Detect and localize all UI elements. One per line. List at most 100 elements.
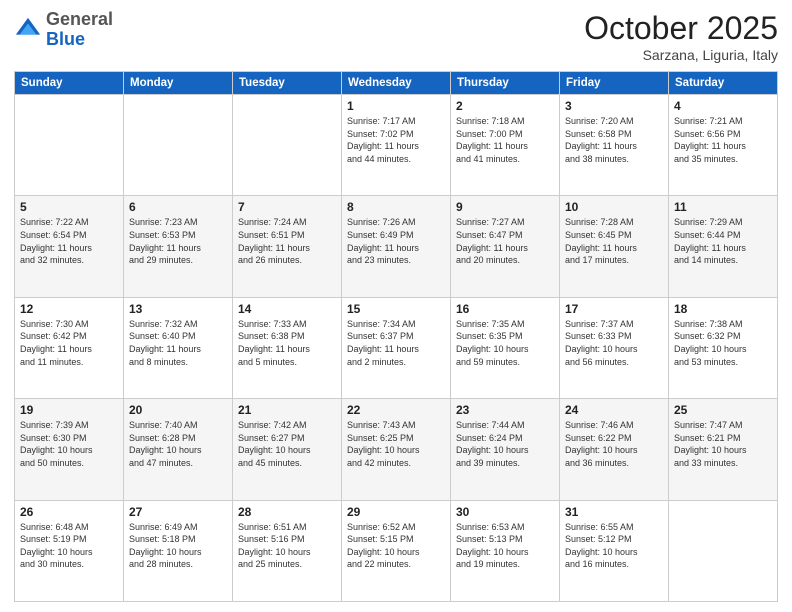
day-number: 13	[129, 302, 227, 316]
day-info: Sunrise: 7:47 AM Sunset: 6:21 PM Dayligh…	[674, 419, 772, 469]
calendar-cell: 20 Sunrise: 7:40 AM Sunset: 6:28 PM Dayli…	[124, 399, 233, 500]
logo-blue-text: Blue	[46, 29, 85, 49]
day-number: 8	[347, 200, 445, 214]
calendar-cell	[15, 95, 124, 196]
calendar-cell: 16 Sunrise: 7:35 AM Sunset: 6:35 PM Dayli…	[451, 297, 560, 398]
day-number: 18	[674, 302, 772, 316]
day-info: Sunrise: 6:53 AM Sunset: 5:13 PM Dayligh…	[456, 521, 554, 571]
calendar-cell: 4 Sunrise: 7:21 AM Sunset: 6:56 PM Daylig…	[669, 95, 778, 196]
day-number: 3	[565, 99, 663, 113]
calendar-cell: 13 Sunrise: 7:32 AM Sunset: 6:40 PM Dayli…	[124, 297, 233, 398]
day-number: 19	[20, 403, 118, 417]
calendar-cell: 6 Sunrise: 7:23 AM Sunset: 6:53 PM Daylig…	[124, 196, 233, 297]
day-info: Sunrise: 7:28 AM Sunset: 6:45 PM Dayligh…	[565, 216, 663, 266]
calendar: SundayMondayTuesdayWednesdayThursdayFrid…	[14, 71, 778, 602]
day-info: Sunrise: 7:35 AM Sunset: 6:35 PM Dayligh…	[456, 318, 554, 368]
calendar-cell: 2Sunrise: 7:18 AM Sunset: 7:00 PM Daylig…	[451, 95, 560, 196]
calendar-header-friday: Friday	[560, 72, 669, 95]
page: General Blue October 2025 Sarzana, Ligur…	[0, 0, 792, 612]
day-info: Sunrise: 7:23 AM Sunset: 6:53 PM Dayligh…	[129, 216, 227, 266]
calendar-week-row: 19Sunrise: 7:39 AM Sunset: 6:30 PM Dayli…	[15, 399, 778, 500]
calendar-cell: 7Sunrise: 7:24 AM Sunset: 6:51 PM Daylig…	[233, 196, 342, 297]
calendar-cell: 11Sunrise: 7:29 AM Sunset: 6:44 PM Dayli…	[669, 196, 778, 297]
day-info: Sunrise: 7:42 AM Sunset: 6:27 PM Dayligh…	[238, 419, 336, 469]
calendar-cell: 18 Sunrise: 7:38 AM Sunset: 6:32 PM Dayli…	[669, 297, 778, 398]
day-number: 31	[565, 505, 663, 519]
calendar-cell: 23Sunrise: 7:44 AM Sunset: 6:24 PM Dayli…	[451, 399, 560, 500]
calendar-cell: 8 Sunrise: 7:26 AM Sunset: 6:49 PM Daylig…	[342, 196, 451, 297]
day-info: Sunrise: 6:55 AM Sunset: 5:12 PM Dayligh…	[565, 521, 663, 571]
day-number: 20	[129, 403, 227, 417]
location-title: Sarzana, Liguria, Italy	[584, 47, 778, 63]
calendar-cell: 31 Sunrise: 6:55 AM Sunset: 5:12 PM Dayli…	[560, 500, 669, 601]
calendar-week-row: 12Sunrise: 7:30 AM Sunset: 6:42 PM Dayli…	[15, 297, 778, 398]
day-number: 21	[238, 403, 336, 417]
day-info: Sunrise: 7:33 AM Sunset: 6:38 PM Dayligh…	[238, 318, 336, 368]
calendar-cell: 10Sunrise: 7:28 AM Sunset: 6:45 PM Dayli…	[560, 196, 669, 297]
calendar-week-row: 5 Sunrise: 7:22 AM Sunset: 6:54 PM Daylig…	[15, 196, 778, 297]
calendar-week-row: 1 Sunrise: 7:17 AM Sunset: 7:02 PM Daylig…	[15, 95, 778, 196]
day-info: Sunrise: 7:38 AM Sunset: 6:32 PM Dayligh…	[674, 318, 772, 368]
day-info: Sunrise: 6:48 AM Sunset: 5:19 PM Dayligh…	[20, 521, 118, 571]
calendar-cell: 22 Sunrise: 7:43 AM Sunset: 6:25 PM Dayli…	[342, 399, 451, 500]
calendar-cell: 14Sunrise: 7:33 AM Sunset: 6:38 PM Dayli…	[233, 297, 342, 398]
day-info: Sunrise: 7:26 AM Sunset: 6:49 PM Dayligh…	[347, 216, 445, 266]
calendar-cell	[124, 95, 233, 196]
calendar-header-tuesday: Tuesday	[233, 72, 342, 95]
calendar-header-thursday: Thursday	[451, 72, 560, 95]
day-info: Sunrise: 6:52 AM Sunset: 5:15 PM Dayligh…	[347, 521, 445, 571]
calendar-cell: 5 Sunrise: 7:22 AM Sunset: 6:54 PM Daylig…	[15, 196, 124, 297]
day-info: Sunrise: 7:40 AM Sunset: 6:28 PM Dayligh…	[129, 419, 227, 469]
calendar-week-row: 26Sunrise: 6:48 AM Sunset: 5:19 PM Dayli…	[15, 500, 778, 601]
calendar-cell: 21 Sunrise: 7:42 AM Sunset: 6:27 PM Dayli…	[233, 399, 342, 500]
day-number: 27	[129, 505, 227, 519]
day-info: Sunrise: 7:46 AM Sunset: 6:22 PM Dayligh…	[565, 419, 663, 469]
calendar-cell: 28 Sunrise: 6:51 AM Sunset: 5:16 PM Dayli…	[233, 500, 342, 601]
calendar-cell: 9Sunrise: 7:27 AM Sunset: 6:47 PM Daylig…	[451, 196, 560, 297]
calendar-cell: 1 Sunrise: 7:17 AM Sunset: 7:02 PM Daylig…	[342, 95, 451, 196]
day-number: 22	[347, 403, 445, 417]
calendar-header-sunday: Sunday	[15, 72, 124, 95]
day-info: Sunrise: 7:17 AM Sunset: 7:02 PM Dayligh…	[347, 115, 445, 165]
calendar-cell: 15Sunrise: 7:34 AM Sunset: 6:37 PM Dayli…	[342, 297, 451, 398]
calendar-header-row: SundayMondayTuesdayWednesdayThursdayFrid…	[15, 72, 778, 95]
calendar-cell: 12Sunrise: 7:30 AM Sunset: 6:42 PM Dayli…	[15, 297, 124, 398]
day-info: Sunrise: 6:49 AM Sunset: 5:18 PM Dayligh…	[129, 521, 227, 571]
day-info: Sunrise: 7:37 AM Sunset: 6:33 PM Dayligh…	[565, 318, 663, 368]
calendar-cell: 29 Sunrise: 6:52 AM Sunset: 5:15 PM Dayli…	[342, 500, 451, 601]
day-info: Sunrise: 7:22 AM Sunset: 6:54 PM Dayligh…	[20, 216, 118, 266]
day-info: Sunrise: 7:24 AM Sunset: 6:51 PM Dayligh…	[238, 216, 336, 266]
day-number: 24	[565, 403, 663, 417]
calendar-cell: 17 Sunrise: 7:37 AM Sunset: 6:33 PM Dayli…	[560, 297, 669, 398]
day-number: 4	[674, 99, 772, 113]
day-number: 25	[674, 403, 772, 417]
day-number: 1	[347, 99, 445, 113]
calendar-cell	[669, 500, 778, 601]
calendar-cell: 26Sunrise: 6:48 AM Sunset: 5:19 PM Dayli…	[15, 500, 124, 601]
calendar-cell: 24 Sunrise: 7:46 AM Sunset: 6:22 PM Dayli…	[560, 399, 669, 500]
calendar-header-monday: Monday	[124, 72, 233, 95]
calendar-cell: 19Sunrise: 7:39 AM Sunset: 6:30 PM Dayli…	[15, 399, 124, 500]
day-info: Sunrise: 7:18 AM Sunset: 7:00 PM Dayligh…	[456, 115, 554, 165]
day-number: 6	[129, 200, 227, 214]
calendar-cell: 30Sunrise: 6:53 AM Sunset: 5:13 PM Dayli…	[451, 500, 560, 601]
day-number: 16	[456, 302, 554, 316]
day-number: 28	[238, 505, 336, 519]
calendar-cell: 25 Sunrise: 7:47 AM Sunset: 6:21 PM Dayli…	[669, 399, 778, 500]
day-info: Sunrise: 7:44 AM Sunset: 6:24 PM Dayligh…	[456, 419, 554, 469]
day-number: 12	[20, 302, 118, 316]
calendar-cell: 3 Sunrise: 7:20 AM Sunset: 6:58 PM Daylig…	[560, 95, 669, 196]
day-number: 17	[565, 302, 663, 316]
day-number: 5	[20, 200, 118, 214]
day-number: 15	[347, 302, 445, 316]
day-info: Sunrise: 7:43 AM Sunset: 6:25 PM Dayligh…	[347, 419, 445, 469]
day-info: Sunrise: 7:20 AM Sunset: 6:58 PM Dayligh…	[565, 115, 663, 165]
calendar-header-wednesday: Wednesday	[342, 72, 451, 95]
logo-general-text: General	[46, 9, 113, 29]
day-info: Sunrise: 6:51 AM Sunset: 5:16 PM Dayligh…	[238, 521, 336, 571]
day-info: Sunrise: 7:32 AM Sunset: 6:40 PM Dayligh…	[129, 318, 227, 368]
day-info: Sunrise: 7:21 AM Sunset: 6:56 PM Dayligh…	[674, 115, 772, 165]
title-block: October 2025 Sarzana, Liguria, Italy	[584, 10, 778, 63]
day-number: 29	[347, 505, 445, 519]
header: General Blue October 2025 Sarzana, Ligur…	[14, 10, 778, 63]
